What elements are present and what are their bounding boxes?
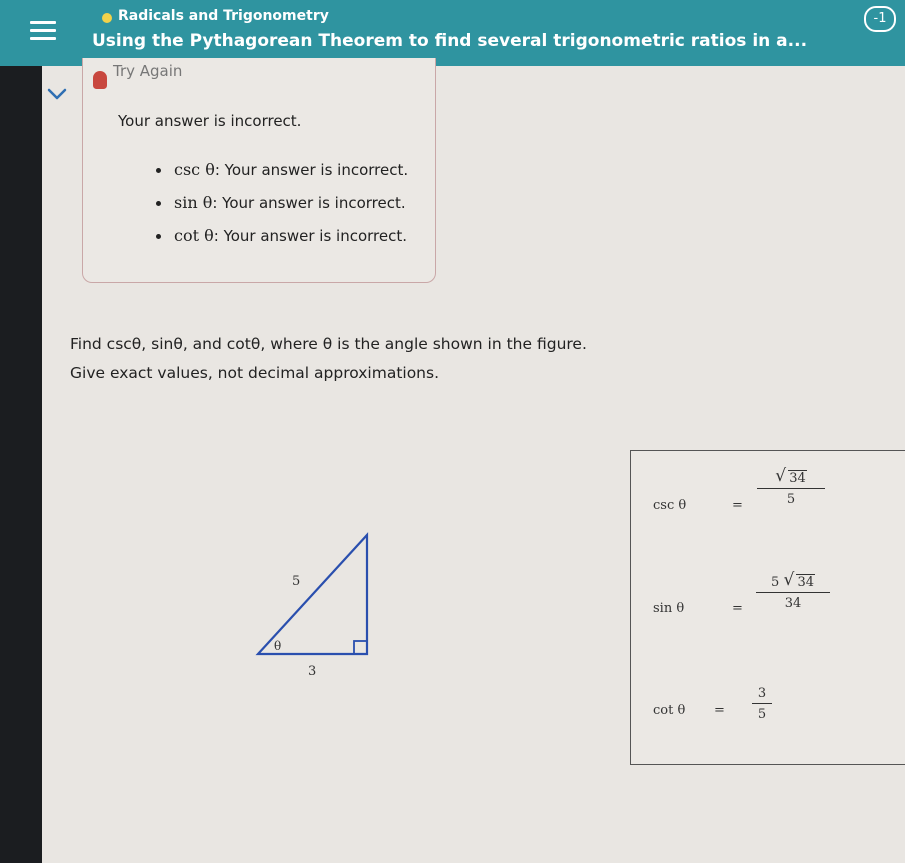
bullet xyxy=(156,168,161,173)
numerator: 3 xyxy=(752,686,772,704)
feedback-status: Try Again xyxy=(113,62,183,80)
hypotenuse-label: 5 xyxy=(292,574,300,589)
answer-label-csc: csc θ xyxy=(653,498,687,513)
angle-label: θ xyxy=(274,639,281,653)
feedback-item-csc: csc θ: Your answer is incorrect. xyxy=(156,160,408,179)
radicand: 34 xyxy=(788,470,807,486)
triangle-shape xyxy=(255,532,369,656)
coefficient: 5 xyxy=(771,575,780,590)
answer-label-sin: sin θ xyxy=(653,601,685,616)
equals-sign: = xyxy=(714,703,725,718)
question-text: Find cscθ, sinθ, and cotθ, where θ is th… xyxy=(70,335,587,353)
equals-sign: = xyxy=(732,601,743,616)
chevron-down-icon[interactable] xyxy=(46,86,68,102)
denominator: 34 xyxy=(784,596,802,611)
bullet xyxy=(156,201,161,206)
topic-name: Radicals and Trigonometry xyxy=(118,8,329,24)
radicand: 34 xyxy=(796,574,815,590)
right-triangle-figure: 5 3 θ xyxy=(255,532,369,679)
header-bar: Radicals and Trigonometry Using the Pyth… xyxy=(0,0,905,66)
answer-value-sin[interactable]: 5 √ 34 34 xyxy=(756,570,830,611)
feedback-item-sin: sin θ: Your answer is incorrect. xyxy=(156,193,406,212)
function-name: csc θ xyxy=(174,160,215,179)
right-angle-marker xyxy=(353,640,368,655)
answer-value-csc[interactable]: √ 34 5 xyxy=(757,466,825,507)
feedback-message: Your answer is incorrect. xyxy=(118,112,302,130)
equals-sign: = xyxy=(732,498,743,513)
feedback-text: : Your answer is incorrect. xyxy=(213,227,408,245)
feedback-item-cot: cot θ: Your answer is incorrect. xyxy=(156,226,407,245)
score-counter-badge[interactable]: -1 xyxy=(864,6,896,32)
topic-status-dot xyxy=(102,13,112,23)
denominator: 5 xyxy=(757,707,767,722)
denominator: 5 xyxy=(786,492,796,507)
alert-icon xyxy=(93,71,107,89)
question-instruction: Give exact values, not decimal approxima… xyxy=(70,364,440,382)
feedback-text: : Your answer is incorrect. xyxy=(214,161,409,179)
menu-icon[interactable] xyxy=(30,21,56,41)
page-title: Using the Pythagorean Theorem to find se… xyxy=(92,31,808,51)
base-label: 3 xyxy=(308,664,316,679)
function-name: sin θ xyxy=(174,193,213,212)
bullet xyxy=(156,234,161,239)
answer-label-cot: cot θ xyxy=(653,703,686,718)
function-name: cot θ xyxy=(174,226,214,245)
answer-value-cot[interactable]: 3 5 xyxy=(752,686,772,722)
feedback-text: : Your answer is incorrect. xyxy=(212,194,406,212)
